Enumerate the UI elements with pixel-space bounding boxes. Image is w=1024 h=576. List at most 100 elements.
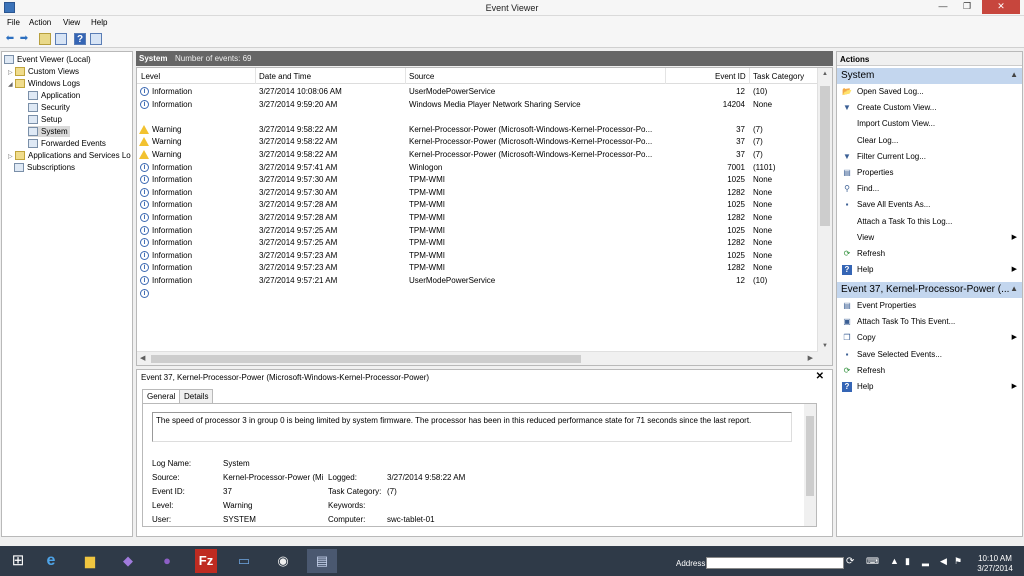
refresh-address-icon[interactable]: ⟳ (846, 556, 854, 567)
menu-help[interactable]: Help (91, 18, 107, 27)
detail-scrollbar[interactable] (804, 404, 816, 526)
value-source[interactable]: Kernel-Processor-Power (Mi (223, 473, 323, 482)
tree-node-forwarded-events[interactable]: Forwarded Events (28, 138, 106, 149)
action-copy[interactable]: ❐ Copy ▶ (837, 330, 1022, 346)
action-event-properties[interactable]: ▤ Event Properties (837, 298, 1022, 314)
tab-details[interactable]: Details (179, 389, 214, 403)
event-row[interactable]: i Information 3/27/2014 9:57:23 AM TPM-WMI 1… (137, 250, 817, 262)
value-log-name[interactable]: System (223, 459, 250, 468)
scroll-up-arrow-icon[interactable]: ▲ (822, 71, 828, 77)
value-event-id[interactable]: 37 (223, 487, 232, 496)
keyboard-icon[interactable]: ⌨ (866, 556, 879, 567)
action-refresh[interactable]: ⟳ Refresh (837, 246, 1022, 262)
scroll-thumb[interactable] (151, 355, 581, 363)
action-filter-current-log[interactable]: ▼ Filter Current Log... (837, 149, 1022, 165)
maximize-button[interactable]: ❐ (956, 0, 978, 14)
scroll-thumb[interactable] (806, 416, 814, 496)
horizontal-scrollbar[interactable]: ◀ ▶ (137, 351, 818, 365)
show-hide-action-pane-icon[interactable] (90, 33, 102, 45)
actions-section-system[interactable]: System ▲ (837, 68, 1022, 84)
menu-action[interactable]: Action (29, 18, 51, 27)
menu-file[interactable]: File (7, 18, 20, 27)
column-divider[interactable] (749, 68, 750, 84)
event-message[interactable]: The speed of processor 3 in group 0 is b… (152, 412, 792, 442)
column-divider[interactable] (665, 68, 666, 84)
help-icon[interactable]: ? (74, 33, 86, 45)
vertical-scrollbar[interactable]: ▲ ▼ (817, 68, 832, 365)
event-row[interactable]: ! Warning 3/27/2014 9:58:22 AM Kernel-Proce… (137, 124, 817, 136)
filezilla-icon[interactable]: Fz (195, 549, 217, 573)
scroll-thumb[interactable] (820, 86, 830, 226)
event-row[interactable]: i Information 3/27/2014 9:57:25 AM TPM-WMI 1… (137, 237, 817, 249)
action-help[interactable]: ? Help ▶ (837, 379, 1022, 395)
event-row[interactable] (137, 111, 817, 123)
media-player-icon[interactable]: ● (152, 549, 182, 573)
event-row[interactable]: i Information 3/27/2014 9:57:28 AM TPM-WMI 1… (137, 212, 817, 224)
column-divider[interactable] (405, 68, 406, 84)
action-view[interactable]: View ▶ (837, 230, 1022, 246)
value-logged[interactable]: 3/27/2014 9:58:22 AM (387, 473, 465, 482)
battery-icon[interactable]: ▮ (905, 556, 910, 567)
back-arrow-icon[interactable]: ⬅ (4, 33, 16, 45)
event-row[interactable]: i Information 3/27/2014 9:57:21 AM UserMode… (137, 275, 817, 287)
collapse-section-icon[interactable]: ▲ (1010, 284, 1018, 293)
start-windows-icon[interactable]: ⊞ (3, 549, 33, 573)
action-create-custom-view[interactable]: ▼ Create Custom View... (837, 100, 1022, 116)
event-row[interactable]: i (137, 288, 817, 300)
event-row[interactable]: i Information 3/27/2014 9:57:23 AM TPM-WMI 1… (137, 262, 817, 274)
column-header-task-category[interactable]: Task Category (753, 72, 804, 81)
value-computer[interactable]: swc-tablet-01 (387, 515, 435, 524)
value-task-category[interactable]: (7) (387, 487, 397, 496)
tree-node-application[interactable]: Application (28, 90, 80, 101)
close-button[interactable]: ✕ (982, 0, 1020, 14)
desktop-icon[interactable]: ▭ (229, 549, 259, 573)
column-header-level[interactable]: Level (141, 72, 160, 81)
action-import-custom-view[interactable]: Import Custom View... (837, 116, 1022, 132)
tree-node-root[interactable]: Event Viewer (Local) (4, 54, 91, 65)
forward-arrow-icon[interactable]: ➡ (18, 33, 30, 45)
value-level[interactable]: Warning (223, 501, 253, 510)
clock[interactable]: 10:10 AM 3/27/2014 (968, 554, 1022, 574)
action-clear-log[interactable]: Clear Log... (837, 133, 1022, 149)
event-row[interactable]: ! Warning 3/27/2014 9:58:22 AM Kernel-Proce… (137, 136, 817, 148)
event-row[interactable]: i Information 3/27/2014 9:57:30 AM TPM-WMI 1… (137, 187, 817, 199)
action-open-saved-log[interactable]: 📂 Open Saved Log... (837, 84, 1022, 100)
event-row[interactable]: ! Warning 3/27/2014 9:58:22 AM Kernel-Proce… (137, 149, 817, 161)
action-attach-a-task-to-this-log[interactable]: Attach a Task To this Log... (837, 214, 1022, 230)
column-header-date[interactable]: Date and Time (259, 72, 311, 81)
volume-icon[interactable]: ◀ (940, 556, 947, 567)
scroll-down-arrow-icon[interactable]: ▼ (822, 343, 828, 349)
visual-studio-icon[interactable]: ◆ (113, 549, 143, 573)
tree-node-setup[interactable]: Setup (28, 114, 62, 125)
event-row[interactable]: i Information 3/27/2014 9:59:20 AM Windows … (137, 99, 817, 111)
internet-explorer-icon[interactable]: e (36, 549, 66, 573)
file-explorer-icon[interactable]: ▆ (75, 549, 105, 573)
action-save-all-events-as[interactable]: ▪ Save All Events As... (837, 197, 1022, 213)
collapse-section-icon[interactable]: ▲ (1010, 70, 1018, 79)
event-row[interactable]: i Information 3/27/2014 9:57:30 AM TPM-WMI 1… (137, 174, 817, 186)
column-header-source[interactable]: Source (409, 72, 434, 81)
tray-chevron-icon[interactable]: ▲ (890, 556, 899, 566)
show-hide-tree-icon[interactable] (55, 33, 67, 45)
action-save-selected-events[interactable]: ▪ Save Selected Events... (837, 347, 1022, 363)
collapse-icon[interactable]: ◢ (8, 80, 15, 91)
action-refresh[interactable]: ⟳ Refresh (837, 363, 1022, 379)
action-attach-task-to-this-event[interactable]: ▣ Attach Task To This Event... (837, 314, 1022, 330)
tree-node-apps-services[interactable]: ▷ Applications and Services Lo (8, 150, 131, 161)
scroll-left-arrow-icon[interactable]: ◀ (140, 354, 145, 362)
minimize-button[interactable]: — (932, 0, 954, 14)
column-divider[interactable] (255, 68, 256, 84)
scroll-right-arrow-icon[interactable]: ▶ (808, 354, 813, 362)
tree-node-security[interactable]: Security (28, 102, 70, 113)
action-find[interactable]: ⚲ Find... (837, 181, 1022, 197)
menu-view[interactable]: View (63, 18, 80, 27)
address-input[interactable] (706, 557, 844, 569)
up-folder-icon[interactable] (39, 33, 51, 45)
camera-icon[interactable]: ◉ (268, 549, 298, 573)
value-user[interactable]: SYSTEM (223, 515, 256, 524)
action-properties[interactable]: ▤ Properties (837, 165, 1022, 181)
tab-general[interactable]: General (142, 389, 181, 404)
actions-section-event[interactable]: Event 37, Kernel-Processor-Power (... ▲ (837, 282, 1022, 298)
action-help[interactable]: ? Help ▶ (837, 262, 1022, 278)
tree-node-custom-views[interactable]: ▷ Custom Views (8, 66, 79, 77)
